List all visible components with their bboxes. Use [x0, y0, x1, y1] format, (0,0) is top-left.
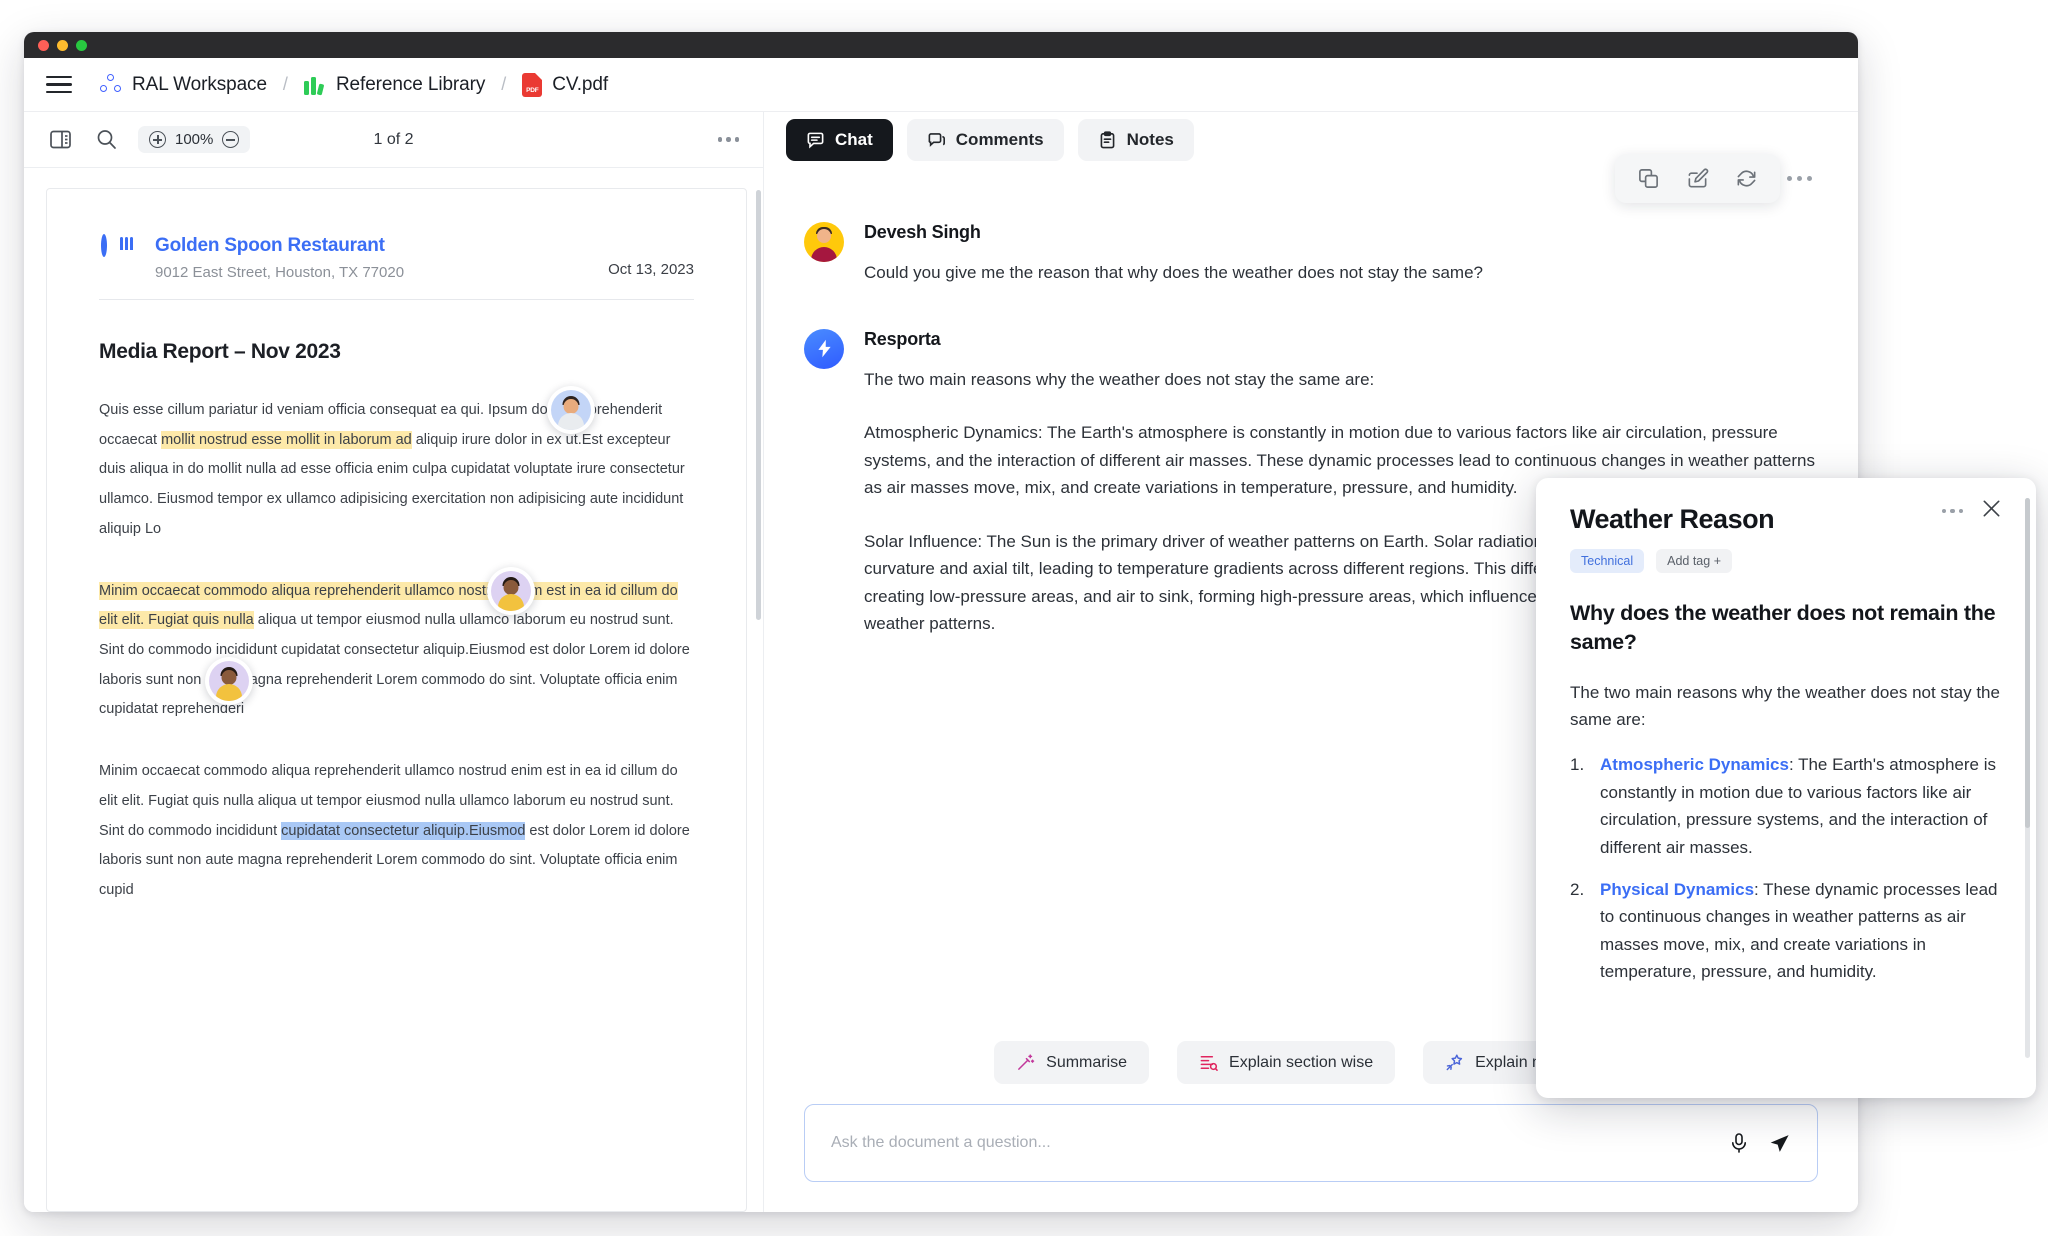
- document-title: Media Report – Nov 2023: [99, 340, 341, 363]
- pdf-file-icon: PDF: [522, 72, 543, 97]
- highlight-blue[interactable]: cupidatat consectetur aliquip.Eiusmod: [281, 821, 526, 840]
- breadcrumb-bar: RAL Workspace / Reference Library / PDF …: [24, 58, 1858, 112]
- note-header: Weather Reason: [1570, 500, 2002, 535]
- breadcrumb-item-workspace[interactable]: RAL Workspace: [100, 73, 267, 96]
- breadcrumb-separator: /: [282, 74, 288, 94]
- note-question: Why does the weather does not remain the…: [1570, 601, 1996, 655]
- note-list-term: Atmospheric Dynamics: [1600, 755, 1789, 775]
- message-paragraph: Could you give me the reason that why do…: [864, 263, 1483, 282]
- pdf-scroll-area[interactable]: Golden Spoon Restaurant 9012 East Street…: [24, 168, 763, 1212]
- user-avatar[interactable]: [804, 222, 844, 262]
- bot-bolt-avatar[interactable]: [804, 328, 844, 369]
- note-list-number: 2.: [1570, 879, 1585, 899]
- tab-comments-label: Comments: [955, 130, 1044, 149]
- note-list-term: Physical Dynamics: [1600, 879, 1755, 899]
- quick-action-label: Explain section wise: [1229, 1053, 1374, 1071]
- document-date: Oct 13, 2023: [608, 261, 694, 278]
- document-paragraph-2: Minim occaecat commodo aliqua reprehende…: [99, 577, 694, 726]
- note-scrollbar[interactable]: [2025, 498, 2030, 1058]
- minimize-window-button[interactable]: [57, 39, 68, 51]
- window-titlebar: [24, 32, 1858, 58]
- document-paragraph-1: Quis esse cillum pariatur id veniam offi…: [99, 396, 694, 545]
- add-tag-button[interactable]: Add tag +: [1656, 549, 1732, 573]
- commenter-avatar-2[interactable]: [487, 567, 535, 615]
- zoom-out-icon[interactable]: [222, 131, 240, 148]
- library-icon: [303, 75, 326, 95]
- note-list: 1. Atmospheric Dynamics: The Earth's atm…: [1570, 751, 2002, 985]
- hamburger-icon[interactable]: [46, 75, 72, 94]
- document-header: Golden Spoon Restaurant 9012 East Street…: [99, 234, 694, 281]
- zoom-in-icon[interactable]: [149, 131, 166, 148]
- chat-composer[interactable]: Ask the document a question...: [804, 1104, 1818, 1182]
- copy-icon[interactable]: [1637, 167, 1660, 190]
- business-name: Golden Spoon Restaurant: [155, 235, 385, 256]
- panel-toggle-icon[interactable]: [46, 126, 74, 154]
- quick-action-label: Summarise: [1046, 1053, 1128, 1071]
- commenter-avatar-1[interactable]: [547, 386, 595, 434]
- note-title: Weather Reason: [1570, 504, 1775, 534]
- breadcrumb-item-library[interactable]: Reference Library: [303, 73, 486, 96]
- tab-chat-label: Chat: [835, 130, 873, 149]
- response-actions-toolbar: [1615, 154, 1780, 203]
- composer-wrap: Ask the document a question...: [764, 1098, 1858, 1212]
- chat-message-user: Devesh Singh Could you give me the reaso…: [804, 222, 1818, 287]
- tab-notes[interactable]: Notes: [1077, 119, 1194, 161]
- screen-root: RAL Workspace / Reference Library / PDF …: [0, 0, 2048, 1236]
- maximize-window-button[interactable]: [76, 39, 87, 51]
- cutlery-logo-icon: [99, 234, 133, 279]
- document-paragraph-3: Minim occaecat commodo aliqua reprehende…: [99, 757, 694, 906]
- page-indicator: 1 of 2: [373, 130, 414, 148]
- breadcrumb-label-file: CV.pdf: [552, 73, 609, 95]
- quick-action-explain-section[interactable]: Explain section wise: [1177, 1041, 1396, 1084]
- pdf-more-icon[interactable]: [717, 137, 739, 142]
- note-card-weather-reason: Weather Reason Technical Add tag + Why d…: [1536, 478, 2036, 1098]
- zoom-control[interactable]: 100%: [138, 126, 251, 153]
- tab-notes-label: Notes: [1126, 130, 1174, 149]
- note-list-item: 2. Physical Dynamics: These dynamic proc…: [1570, 876, 2002, 986]
- chat-input-placeholder[interactable]: Ask the document a question...: [831, 1134, 1728, 1152]
- tag-technical[interactable]: Technical: [1570, 549, 1645, 573]
- note-more-icon[interactable]: [1941, 508, 1963, 514]
- note-list-number: 1.: [1570, 755, 1585, 775]
- close-icon[interactable]: [1981, 498, 2002, 524]
- note-list-item: 1. Atmospheric Dynamics: The Earth's atm…: [1570, 751, 2002, 861]
- commenter-avatar-3[interactable]: [205, 657, 253, 705]
- breadcrumb-item-file[interactable]: PDF CV.pdf: [522, 72, 609, 97]
- tab-chat[interactable]: Chat: [786, 119, 893, 161]
- pdf-toolbar: 100% 1 of 2: [24, 112, 763, 168]
- thread-more-icon[interactable]: [1787, 176, 1812, 181]
- refresh-icon[interactable]: [1735, 167, 1758, 190]
- message-paragraph: The two main reasons why the weather doe…: [864, 369, 1375, 389]
- message-author: Devesh Singh: [864, 222, 981, 242]
- send-icon[interactable]: [1768, 1132, 1791, 1155]
- breadcrumb-label-workspace: RAL Workspace: [132, 73, 267, 95]
- workspace-icon: [100, 73, 122, 96]
- document-divider: [99, 299, 694, 300]
- breadcrumb-label-library: Reference Library: [335, 73, 486, 95]
- close-window-button[interactable]: [38, 39, 49, 51]
- business-address: 9012 East Street, Houston, TX 77020: [155, 264, 405, 281]
- pdf-page: Golden Spoon Restaurant 9012 East Street…: [46, 188, 747, 1212]
- breadcrumb-separator-2: /: [501, 74, 507, 94]
- highlight-yellow[interactable]: mollit nostrud esse mollit in laborum ad: [161, 430, 412, 449]
- edit-icon[interactable]: [1686, 167, 1709, 190]
- quick-action-summarise[interactable]: Summarise: [994, 1041, 1150, 1084]
- message-author: Resporta: [864, 328, 941, 349]
- search-icon[interactable]: [92, 126, 120, 154]
- note-intro: The two main reasons why the weather doe…: [1570, 683, 2000, 730]
- tab-comments[interactable]: Comments: [906, 119, 1064, 161]
- pdf-scrollbar[interactable]: [756, 190, 761, 620]
- note-tags: Technical Add tag +: [1570, 549, 2002, 573]
- pdf-pane: 100% 1 of 2 Golden Spoon Restaurant 9012…: [24, 112, 764, 1212]
- microphone-icon[interactable]: [1728, 1132, 1750, 1154]
- zoom-level-label: 100%: [175, 131, 214, 148]
